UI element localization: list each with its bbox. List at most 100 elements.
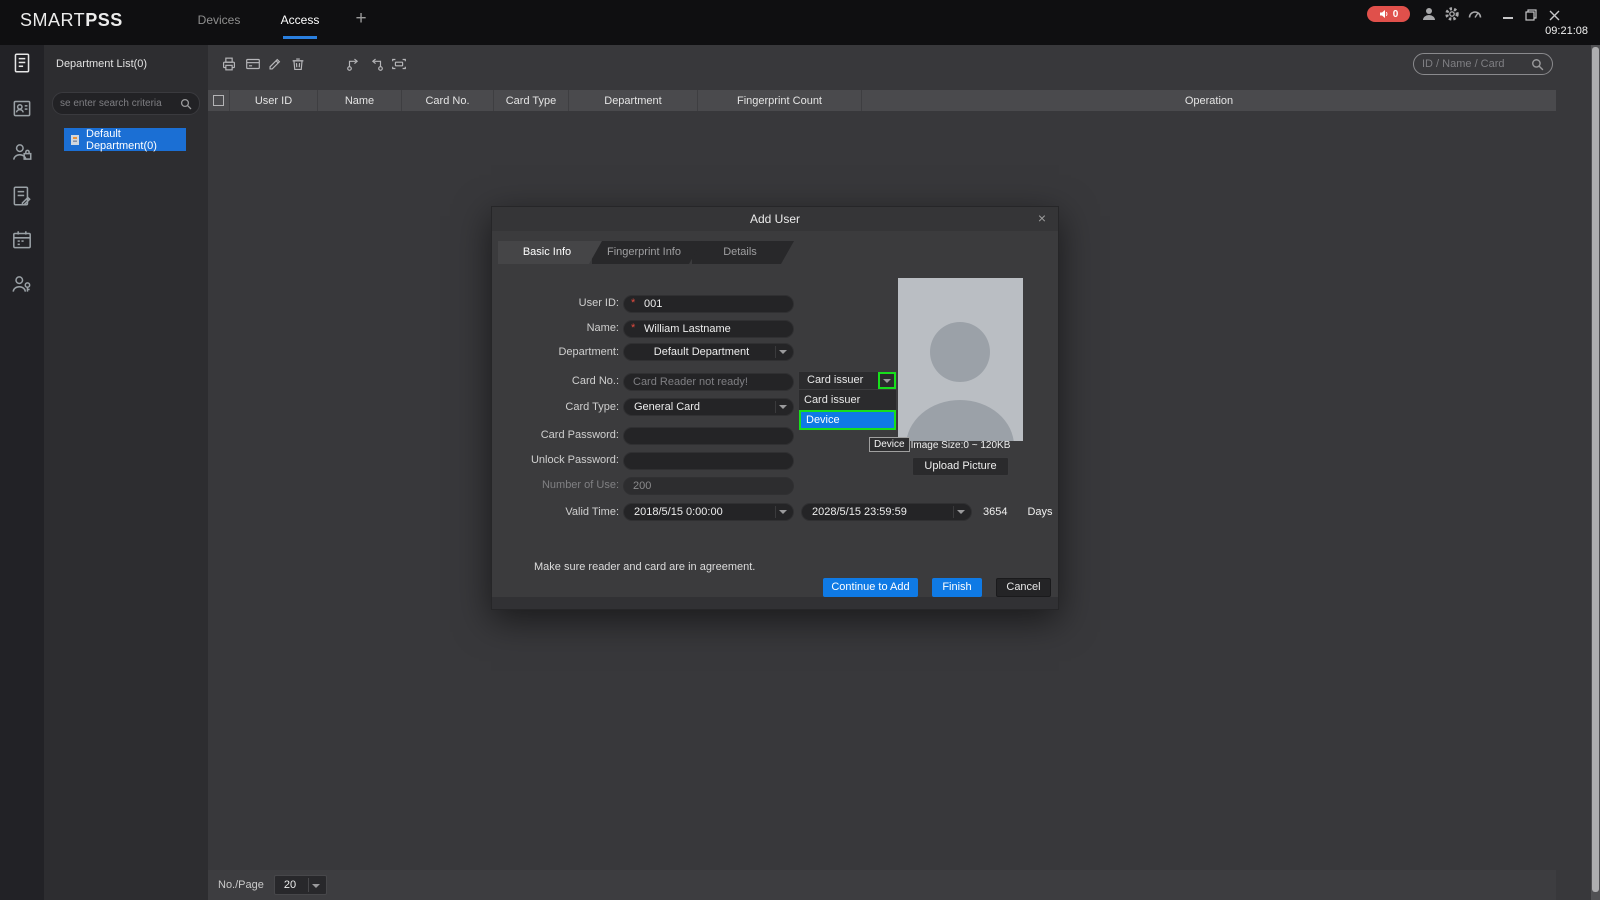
select-divider [775, 401, 776, 413]
user-search-input[interactable] [1422, 58, 1531, 70]
number-of-use-label: Number of Use: [492, 479, 619, 491]
chevron-down-icon [312, 884, 320, 888]
option-card-issuer[interactable]: Card issuer [799, 390, 896, 410]
scrollbar[interactable] [1591, 45, 1600, 900]
card-no-label: Card No.: [492, 375, 619, 387]
print-icon[interactable] [220, 55, 238, 73]
name-field[interactable] [623, 320, 794, 338]
close-icon[interactable] [1546, 8, 1562, 22]
page-size-select[interactable]: 20 [274, 875, 327, 895]
smart-pss-window: SMARTPSS Devices Access + 0 09:21 [0, 0, 1600, 900]
col-card-type[interactable]: Card Type [494, 90, 569, 111]
dialog-close-icon[interactable]: × [1034, 211, 1050, 227]
dialog-title: Add User [492, 207, 1058, 231]
cancel-button[interactable]: Cancel [996, 578, 1051, 597]
department-panel: Department List(0) Default Department(0) [44, 45, 208, 900]
card-type-select[interactable]: General Card [623, 398, 794, 416]
valid-time-start-value: 2018/5/15 0:00:00 [634, 506, 723, 518]
col-name[interactable]: Name [318, 90, 402, 111]
card-source-arrow-button[interactable] [878, 372, 896, 389]
tab-devices[interactable]: Devices [196, 13, 242, 27]
settings-gear-icon[interactable] [1444, 6, 1460, 22]
tab-access[interactable]: Access [277, 13, 323, 27]
scrollbar-thumb[interactable] [1592, 47, 1599, 892]
department-icon [69, 134, 81, 146]
search-icon[interactable] [180, 98, 192, 110]
chevron-down-icon [779, 350, 787, 354]
import-icon[interactable] [345, 55, 363, 73]
select-divider [775, 346, 776, 358]
report-icon[interactable] [10, 184, 34, 208]
col-card-no[interactable]: Card No. [402, 90, 494, 111]
console-icon[interactable] [10, 51, 34, 75]
search-icon[interactable] [1531, 58, 1544, 71]
tab-fingerprint-info[interactable]: Fingerprint Info [592, 241, 702, 264]
col-department[interactable]: Department [569, 90, 698, 111]
dialog-bottom-band [492, 597, 1058, 609]
card-password-label: Card Password: [492, 429, 619, 441]
add-user-dialog: Add User × Basic Info Fingerprint Info D… [491, 206, 1059, 610]
card-source-dropdown: Card issuer Card issuer Device [798, 371, 897, 431]
export-icon[interactable] [367, 55, 385, 73]
active-tab-underline [283, 36, 317, 39]
card-password-field[interactable] [623, 427, 794, 445]
user-search-box [1413, 53, 1553, 75]
card-reader-icon[interactable] [390, 55, 408, 73]
permission-icon[interactable] [10, 272, 34, 296]
batch-card-icon[interactable] [244, 55, 262, 73]
col-operation[interactable]: Operation [862, 90, 1556, 111]
tab-details[interactable]: Details [692, 241, 794, 264]
user-icon[interactable] [1421, 6, 1437, 22]
user-photo-placeholder[interactable] [898, 278, 1023, 441]
col-fingerprint-count[interactable]: Fingerprint Count [698, 90, 862, 111]
organization-icon[interactable] [10, 96, 34, 120]
card-type-select-value: General Card [634, 401, 700, 413]
name-label: Name: [492, 322, 619, 334]
card-source-options: Card issuer Device [798, 390, 897, 431]
chevron-down-icon [957, 510, 965, 514]
valid-time-start-select[interactable]: 2018/5/15 0:00:00 [623, 503, 794, 521]
minimize-icon[interactable] [1500, 8, 1516, 22]
dashboard-gauge-icon[interactable] [1467, 6, 1483, 22]
card-source-button[interactable]: Card issuer [798, 371, 897, 390]
select-all-checkbox[interactable] [213, 95, 224, 106]
department-list-title: Department List(0) [56, 58, 147, 70]
department-search-input[interactable] [60, 98, 180, 109]
valid-time-end-select[interactable]: 2028/5/15 23:59:59 [801, 503, 972, 521]
card-no-field[interactable] [623, 373, 794, 391]
alarm-badge[interactable]: 0 [1367, 6, 1410, 22]
edit-icon[interactable] [266, 55, 284, 73]
department-select-value: Default Department [654, 346, 749, 358]
upload-picture-button[interactable]: Upload Picture [912, 457, 1009, 476]
alarm-speaker-icon [1379, 9, 1389, 19]
continue-to-add-button[interactable]: Continue to Add [823, 578, 918, 597]
finish-button[interactable]: Finish [932, 578, 982, 597]
chevron-down-icon [883, 379, 891, 383]
user-table-header: User ID Name Card No. Card Type Departme… [208, 90, 1556, 111]
restore-icon[interactable] [1523, 8, 1539, 22]
department-item-default[interactable]: Default Department(0) [64, 128, 186, 151]
select-divider [308, 878, 309, 892]
new-tab-button[interactable]: + [352, 8, 370, 30]
delete-icon[interactable] [289, 55, 307, 73]
department-item-label: Default Department(0) [86, 128, 181, 152]
department-select[interactable]: Default Department [623, 343, 794, 361]
option-device[interactable]: Device [799, 410, 896, 430]
tab-basic-info[interactable]: Basic Info [498, 241, 602, 264]
clock: 09:21:08 [1545, 25, 1588, 37]
col-user-id[interactable]: User ID [230, 90, 318, 111]
calendar-icon[interactable] [10, 228, 34, 252]
unlock-password-field[interactable] [623, 452, 794, 470]
number-of-use-field [623, 477, 794, 495]
user-id-field[interactable] [623, 295, 794, 313]
app-logo: SMARTPSS [20, 10, 123, 31]
select-divider [775, 506, 776, 518]
image-size-hint: Image Size:0 ~ 120KB [894, 440, 1027, 451]
card-source-selected: Card issuer [799, 372, 878, 389]
user-lock-icon[interactable] [10, 140, 34, 164]
valid-days-unit: Days [1027, 506, 1052, 518]
unlock-password-label: Unlock Password: [492, 454, 619, 466]
page-size-value: 20 [284, 879, 296, 891]
valid-time-label: Valid Time: [492, 506, 619, 518]
select-all-cell [208, 90, 230, 111]
